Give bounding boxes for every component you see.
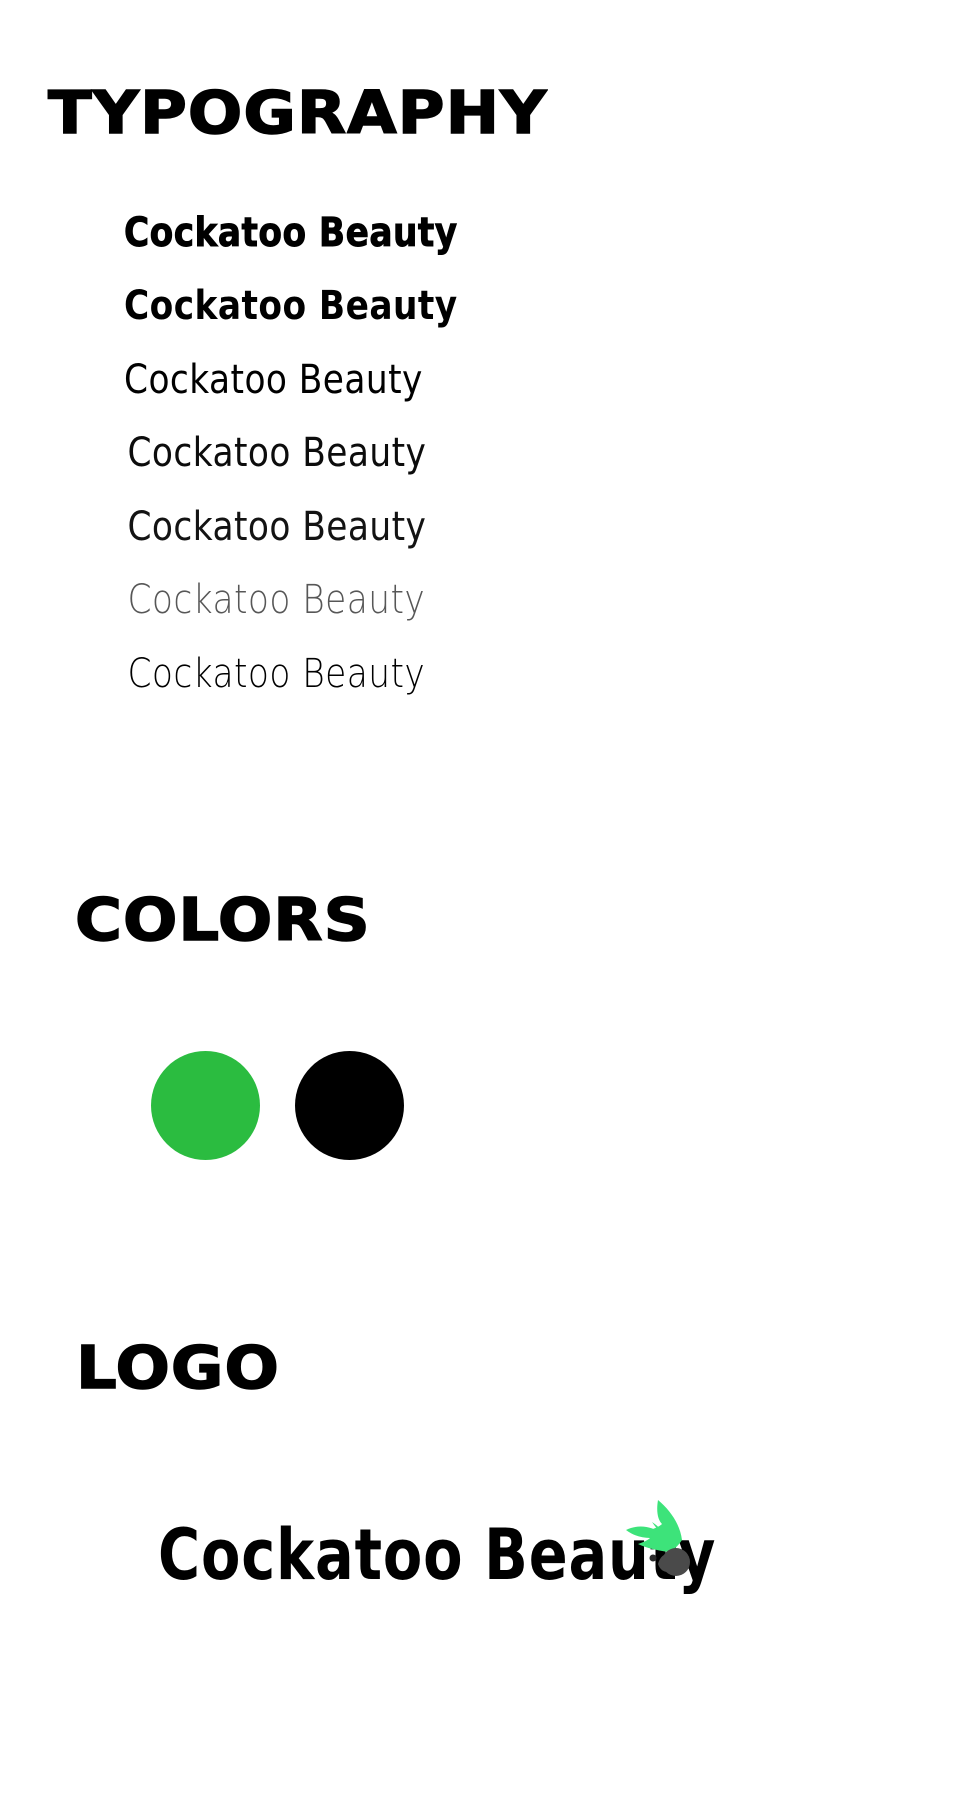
cockatoo-icon	[626, 1500, 690, 1576]
type-sample-bold: Cockatoo Beauty	[124, 283, 458, 330]
type-sample-extrabold: Cockatoo Beauty	[124, 209, 458, 256]
brand-logo: Cockatoo Beauty	[158, 1500, 715, 1620]
color-swatch-green	[151, 1051, 260, 1160]
type-sample-medium: Cockatoo Beauty	[124, 356, 423, 403]
type-sample-extralight: Cockatoo Beauty	[127, 650, 426, 697]
type-sample-thin: Cockatoo Beauty	[127, 577, 426, 624]
type-sample-light: Cockatoo Beauty	[127, 503, 427, 550]
logo-heading: LOGO	[75, 1334, 280, 1403]
color-swatch-black	[295, 1051, 404, 1160]
typography-samples: Cockatoo Beauty Cockatoo Beauty Cockatoo…	[124, 196, 624, 711]
color-swatches	[151, 1051, 404, 1160]
typography-heading: TYPOGRAPHY	[47, 79, 548, 148]
colors-heading: COLORS	[74, 886, 371, 955]
type-sample-regular: Cockatoo Beauty	[127, 430, 427, 477]
cockatoo-crest	[626, 1500, 682, 1552]
cockatoo-eye	[649, 1554, 657, 1562]
